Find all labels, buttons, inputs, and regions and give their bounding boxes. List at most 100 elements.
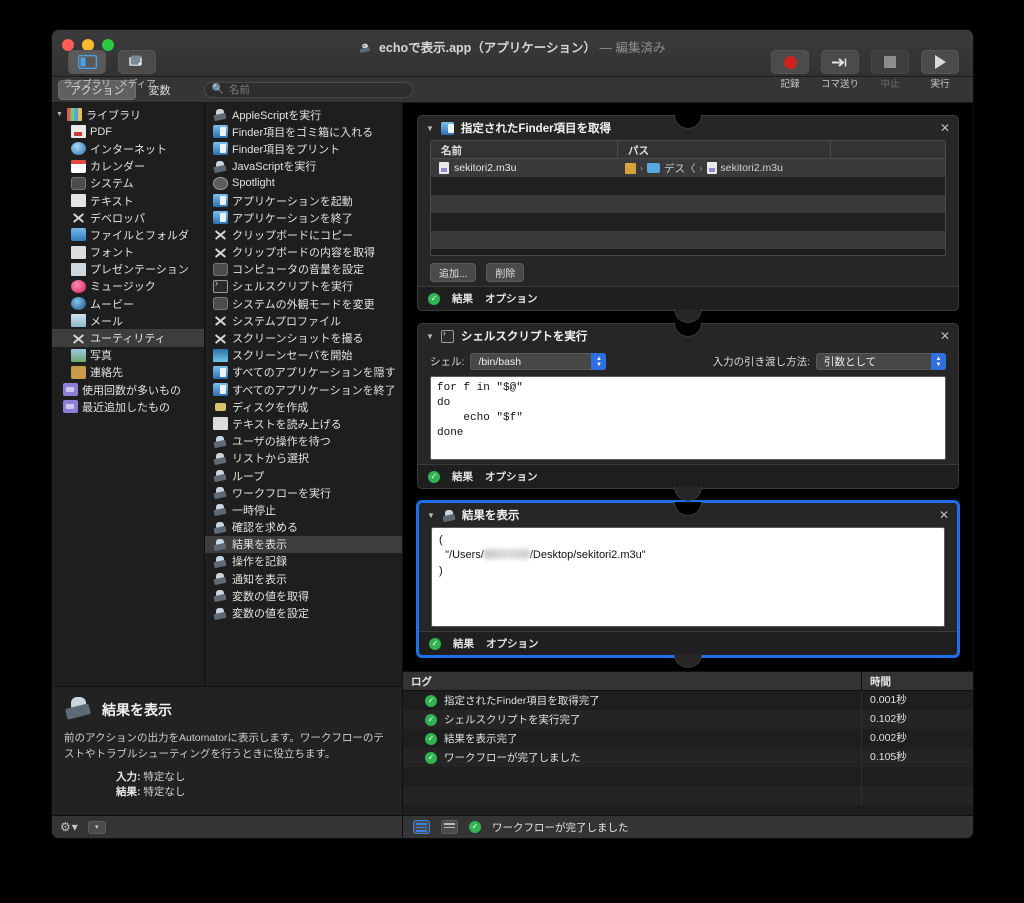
library-item-4[interactable]: テキスト	[52, 192, 204, 209]
search-input[interactable]: 🔍 名前	[204, 81, 414, 98]
library-item-11[interactable]: メール	[52, 312, 204, 329]
action-item-label: クリップボードの内容を取得	[232, 247, 375, 260]
shell-script-editor[interactable]: for f in "$@" do echo "$f" done	[430, 376, 946, 460]
file-icon	[706, 162, 717, 174]
log-list-view-icon[interactable]	[413, 820, 430, 834]
action-item-22[interactable]: ワークフローを実行	[205, 484, 402, 501]
screensaver-icon	[213, 348, 228, 362]
disclosure-triangle-icon[interactable]: ▼	[426, 124, 434, 133]
action-title: 指定されたFinder項目を取得	[460, 123, 612, 135]
library-root-item[interactable]: ▼ ライブラリ	[52, 106, 204, 123]
disclosure-triangle-icon[interactable]: ▼	[56, 111, 67, 118]
action-item-19[interactable]: ユーザの操作を待つ	[205, 433, 402, 450]
action-item-26[interactable]: 操作を記録	[205, 553, 402, 570]
action-item-1[interactable]: Finder項目をゴミ箱に入れる	[205, 123, 402, 140]
close-icon[interactable]: ✕	[939, 509, 949, 521]
action-item-25[interactable]: 結果を表示	[205, 535, 402, 553]
actions-list[interactable]: AppleScriptを実行 Finder項目をゴミ箱に入れる Finder項目をプ…	[205, 103, 402, 686]
record-button[interactable]: 記録	[769, 50, 811, 90]
library-root-label: ライブラリ	[86, 109, 141, 122]
library-item-3[interactable]: システム	[52, 175, 204, 192]
library-item-5[interactable]: デベロッパ	[52, 209, 204, 226]
action-item-4[interactable]: Spotlight	[205, 175, 402, 192]
developer-icon	[213, 314, 228, 327]
log-row[interactable]: ✓ 結果を表示完了 0.002秒	[403, 729, 973, 748]
workflow-action-run-shell-script[interactable]: ▼ シェルスクリプトを実行 ✕ シェル: /bin/bash ▲▼	[417, 323, 959, 489]
table-row[interactable]: sekitori2.m3u › デス〈 › sekitori2.m3u	[431, 159, 945, 177]
library-toggle-button[interactable]: ライブラリ	[63, 50, 111, 90]
action-item-7[interactable]: クリップボードにコピー	[205, 226, 402, 243]
action-item-27[interactable]: 通知を表示	[205, 570, 402, 587]
action-item-5[interactable]: アプリケーションを起動	[205, 192, 402, 209]
library-item-14[interactable]: 連絡先	[52, 364, 204, 381]
media-toggle-button[interactable]: メディア	[116, 50, 158, 90]
close-icon[interactable]: ✕	[940, 330, 950, 342]
log-row[interactable]: ✓ シェルスクリプトを実行完了 0.102秒	[403, 710, 973, 729]
action-item-17[interactable]: ディスクを作成	[205, 398, 402, 415]
action-item-3[interactable]: JavaScriptを実行	[205, 158, 402, 175]
workflow-canvas[interactable]: ▼ 指定されたFinder項目を取得 ✕ 名前 パス sekitori2.m3u…	[403, 103, 973, 671]
library-item-1[interactable]: インターネット	[52, 140, 204, 157]
options-label[interactable]: オプション	[486, 636, 539, 651]
workflow-action-show-results[interactable]: ▼ 結果を表示 ✕ ( "/Users/ /Desktop/sekitori2.m…	[417, 501, 959, 657]
action-item-14[interactable]: スクリーンセーバを開始	[205, 347, 402, 364]
library-item-6[interactable]: ファイルとフォルダ	[52, 226, 204, 243]
disclosure-box-icon[interactable]: ▾	[87, 820, 106, 834]
library-item-8[interactable]: プレゼンテーション	[52, 261, 204, 278]
library-item-2[interactable]: カレンダー	[52, 158, 204, 175]
results-label[interactable]: 結果	[453, 636, 474, 651]
disk-icon	[213, 400, 228, 413]
action-item-20[interactable]: リストから選択	[205, 450, 402, 467]
disclosure-triangle-icon[interactable]: ▼	[427, 511, 435, 520]
action-item-12[interactable]: システムプロファイル	[205, 312, 402, 329]
action-item-6[interactable]: アプリケーションを終了	[205, 209, 402, 226]
library-item-9[interactable]: ミュージック	[52, 278, 204, 295]
stop-button[interactable]: 中止	[869, 50, 911, 90]
action-item-15[interactable]: すべてのアプリケーションを隠す	[205, 364, 402, 381]
close-icon[interactable]: ✕	[940, 122, 950, 134]
action-item-0[interactable]: AppleScriptを実行	[205, 106, 402, 123]
remove-button[interactable]: 削除	[486, 263, 525, 282]
results-label[interactable]: 結果	[452, 291, 473, 306]
library-tree[interactable]: ▼ ライブラリ PDF インターネット カレンダー システムテキスト デベロッパ ファイル…	[52, 103, 205, 686]
run-button[interactable]: 実行	[919, 50, 961, 90]
action-item-28[interactable]: 変数の値を取得	[205, 587, 402, 604]
results-output-area[interactable]: ( "/Users/ /Desktop/sekitori2.m3u" )	[431, 527, 945, 627]
action-item-10[interactable]: シェルスクリプトを実行	[205, 278, 402, 295]
log-rows-container[interactable]: ✓ 指定されたFinder項目を取得完了 0.001秒 ✓ シェルスクリプトを実行完了 0…	[403, 691, 973, 815]
smart-group-0[interactable]: 使用回数が多いもの	[52, 381, 204, 398]
library-item-13[interactable]: 写真	[52, 347, 204, 364]
workflow-action-get-finder-items[interactable]: ▼ 指定されたFinder項目を取得 ✕ 名前 パス sekitori2.m3u…	[417, 115, 959, 311]
shell-select[interactable]: /bin/bash ▲ ▼	[470, 353, 607, 370]
action-item-16[interactable]: すべてのアプリケーションを終了	[205, 381, 402, 398]
library-item-12[interactable]: ユーティリティ	[52, 329, 204, 347]
library-item-0[interactable]: PDF	[52, 123, 204, 140]
action-item-29[interactable]: 変数の値を設定	[205, 604, 402, 621]
table-row-empty	[431, 231, 945, 249]
action-item-8[interactable]: クリップボードの内容を取得	[205, 244, 402, 261]
finder-items-table[interactable]: 名前 パス sekitori2.m3u › デス〈 › sekitori2.m3…	[430, 140, 946, 256]
step-button[interactable]: コマ送り	[819, 50, 861, 90]
action-item-23[interactable]: 一時停止	[205, 501, 402, 518]
smart-group-1[interactable]: 最近追加したもの	[52, 398, 204, 415]
options-label[interactable]: オプション	[485, 291, 538, 306]
input-passing-select[interactable]: 引数として ▲ ▼	[816, 353, 946, 370]
log-row[interactable]: ✓ ワークフローが完了しました 0.105秒	[403, 748, 973, 767]
gear-icon[interactable]: ⚙ ▾	[60, 820, 78, 834]
action-item-18[interactable]: テキストを読み上げる	[205, 415, 402, 432]
library-item-7[interactable]: フォント	[52, 244, 204, 261]
action-item-2[interactable]: Finder項目をプリント	[205, 140, 402, 157]
action-item-13[interactable]: スクリーンショットを撮る	[205, 329, 402, 346]
action-item-24[interactable]: 確認を求める	[205, 519, 402, 536]
results-label[interactable]: 結果	[452, 469, 473, 484]
action-item-9[interactable]: コンピュータの音量を設定	[205, 261, 402, 278]
library-item-10[interactable]: ムービー	[52, 295, 204, 312]
log-row[interactable]: ✓ 指定されたFinder項目を取得完了 0.001秒	[403, 691, 973, 710]
split-view-icon[interactable]	[441, 820, 458, 834]
disclosure-triangle-icon[interactable]: ▼	[426, 332, 434, 341]
library-item-label: テキスト	[90, 195, 134, 208]
action-item-11[interactable]: システムの外観モードを変更	[205, 295, 402, 312]
options-label[interactable]: オプション	[485, 469, 538, 484]
action-item-21[interactable]: ループ	[205, 467, 402, 484]
add-button[interactable]: 追加...	[430, 263, 477, 282]
